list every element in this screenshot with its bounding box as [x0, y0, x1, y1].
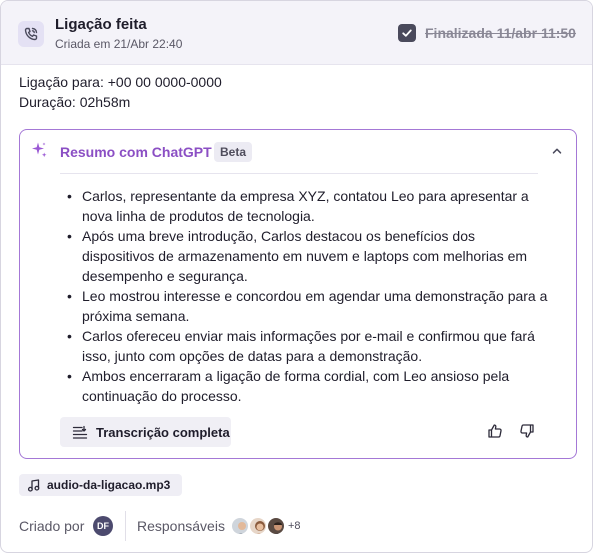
list-item: Carlos, representante da empresa XYZ, co…: [60, 186, 550, 226]
responsibles-label: Responsáveis: [137, 518, 225, 534]
finalized-status[interactable]: Finalizada 11/abr 11:50: [425, 25, 576, 41]
beta-badge: Beta: [214, 142, 253, 162]
call-duration: Duração: 02h58m: [19, 94, 131, 110]
summary-bullet-list: Carlos, representante da empresa XYZ, co…: [60, 186, 550, 406]
created-at: Criada em 21/Abr 22:40: [55, 37, 183, 51]
phone-call-icon: [18, 21, 44, 47]
list-item: Carlos ofereceu enviar mais informações …: [60, 326, 550, 366]
avatar[interactable]: [248, 516, 268, 536]
call-destination: Ligação para: +00 00 0000-0000: [19, 74, 222, 90]
card-header: Ligação feita Criada em 21/Abr 22:40 Fin…: [1, 1, 592, 65]
summary-divider: [60, 173, 538, 174]
chevron-up-icon[interactable]: [550, 144, 564, 158]
thumbs-down-icon[interactable]: [519, 423, 535, 439]
list-item: Leo mostrou interesse e concordou em age…: [60, 286, 550, 326]
thumbs-up-icon[interactable]: [487, 423, 503, 439]
list-item: Após uma breve introdução, Carlos destac…: [60, 226, 550, 286]
music-note-icon: [27, 478, 40, 492]
full-transcript-button[interactable]: Transcrição completa: [60, 417, 231, 447]
avatar[interactable]: [266, 516, 286, 536]
creator-avatar[interactable]: DF: [93, 516, 113, 536]
ai-summary-panel: Resumo com ChatGPT Beta Carlos, represen…: [19, 129, 577, 459]
created-by-label: Criado por: [19, 518, 85, 534]
audio-attachment[interactable]: audio-da-ligacao.mp3: [19, 474, 182, 496]
more-responsibles-count[interactable]: +8: [288, 520, 301, 532]
full-transcript-label: Transcrição completa: [96, 424, 230, 440]
footer-divider: [125, 511, 126, 541]
check-icon: [402, 29, 412, 37]
summary-title: Resumo com ChatGPT: [60, 144, 212, 160]
avatar[interactable]: [230, 516, 250, 536]
list-item: Ambos encerraram a ligação de forma cord…: [60, 366, 550, 406]
card-title: Ligação feita: [55, 16, 147, 33]
sparkle-icon: [32, 142, 47, 158]
transcript-lines-icon: [72, 425, 88, 439]
call-card: Ligação feita Criada em 21/Abr 22:40 Fin…: [0, 0, 593, 553]
finalized-checkbox[interactable]: [398, 24, 416, 42]
audio-filename: audio-da-ligacao.mp3: [47, 478, 171, 492]
